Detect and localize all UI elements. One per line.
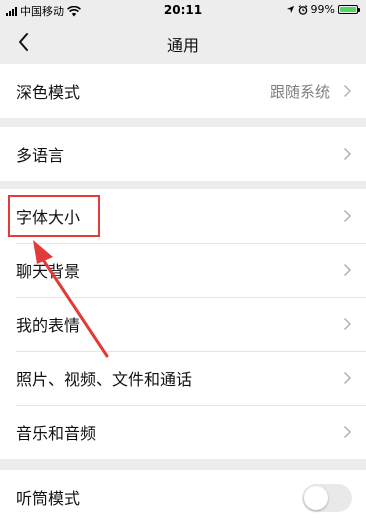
chevron-right-icon	[343, 263, 352, 277]
settings-item-label: 深色模式	[16, 83, 81, 102]
settings-item-chat-background[interactable]: 聊天背景	[0, 243, 366, 297]
settings-item-media-files-calls[interactable]: 照片、视频、文件和通话	[0, 351, 366, 405]
settings-item-label: 我的表情	[16, 316, 81, 335]
settings-item-language[interactable]: 多语言	[0, 127, 366, 181]
navigation-bar: 通用	[0, 22, 366, 62]
settings-group-earpiece: 听筒模式	[0, 470, 366, 520]
status-right: 99%	[286, 3, 360, 16]
chevron-right-icon	[343, 209, 352, 223]
settings-item-my-stickers[interactable]: 我的表情	[0, 297, 366, 351]
chevron-right-icon	[343, 371, 352, 385]
location-icon	[286, 5, 294, 14]
settings-item-dark-mode[interactable]: 深色模式 跟随系统	[0, 64, 366, 118]
settings-group-display: 深色模式 跟随系统	[0, 64, 366, 118]
battery-icon	[338, 5, 360, 14]
settings-item-label: 照片、视频、文件和通话	[16, 370, 193, 389]
chevron-right-icon	[343, 84, 352, 98]
chevron-right-icon	[343, 317, 352, 331]
settings-item-value: 跟随系统	[269, 82, 330, 101]
settings-item-label: 聊天背景	[16, 262, 81, 281]
status-bar: 中国移动 20:11 99%	[0, 0, 366, 22]
battery-percent: 99%	[310, 3, 335, 16]
chevron-right-icon	[343, 147, 352, 161]
page-title: 通用	[166, 36, 199, 55]
settings-group-language: 多语言	[0, 127, 366, 181]
highlight-box	[8, 195, 100, 237]
alarm-icon	[298, 4, 307, 15]
settings-general-screen: 中国移动 20:11 99% 通用 深色模式 跟随系统 多语言 字体大小 聊天背…	[0, 0, 366, 520]
settings-item-label: 多语言	[16, 146, 65, 165]
settings-item-label: 听筒模式	[16, 489, 81, 508]
toggle-knob	[304, 486, 328, 510]
settings-item-label: 音乐和音频	[16, 424, 97, 443]
settings-item-music-audio[interactable]: 音乐和音频	[0, 405, 366, 459]
chevron-right-icon	[343, 425, 352, 439]
settings-item-earpiece-mode: 听筒模式	[0, 470, 366, 520]
earpiece-mode-toggle[interactable]	[302, 484, 352, 512]
